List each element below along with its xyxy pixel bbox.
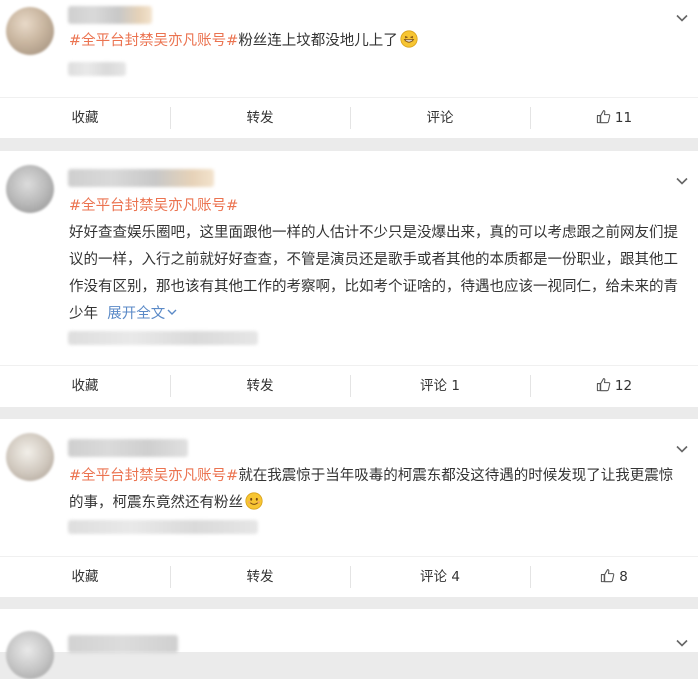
smile-emoji-icon (245, 492, 263, 510)
post-meta-blurred (68, 331, 258, 345)
post-body: 粉丝连上坟都没地儿上了 (238, 33, 398, 49)
like-button[interactable]: 8 (530, 557, 698, 597)
action-bar: 收藏 转发 评论 1 12 (0, 365, 698, 406)
post-text: #全平台封禁吴亦凡账号# 好好查查娱乐圈吧，这里面跟他一样的人估计不少只是没爆出… (69, 198, 678, 322)
collect-button[interactable]: 收藏 (0, 98, 170, 138)
chevron-down-icon[interactable] (674, 635, 690, 651)
hashtag-link[interactable]: #全平台封禁吴亦凡账号# (69, 198, 238, 214)
chevron-down-icon[interactable] (674, 10, 690, 26)
avatar[interactable] (6, 165, 54, 213)
repost-button[interactable]: 转发 (170, 557, 350, 597)
hashtag-link[interactable]: #全平台封禁吴亦凡账号# (69, 468, 238, 484)
post-card (0, 609, 698, 679)
thumbs-up-icon (601, 569, 615, 583)
chevron-down-icon (167, 309, 177, 315)
action-bar: 收藏 转发 评论 11 (0, 97, 698, 138)
post-card: #全平台封禁吴亦凡账号#粉丝连上坟都没地儿上了 收藏 转发 评论 11 (0, 0, 698, 138)
post-card: #全平台封禁吴亦凡账号# 好好查查娱乐圈吧，这里面跟他一样的人估计不少只是没爆出… (0, 151, 698, 407)
avatar[interactable] (6, 631, 54, 679)
like-button[interactable]: 12 (530, 366, 698, 406)
avatar[interactable] (6, 433, 54, 481)
post-meta-blurred (68, 520, 258, 534)
chevron-down-icon[interactable] (674, 441, 690, 457)
post-card: #全平台封禁吴亦凡账号#就在我震惊于当年吸毒的柯震东都没这待遇的时候发现了让我更… (0, 419, 698, 597)
thumbs-up-icon (596, 378, 611, 392)
expand-full-text-link[interactable]: 展开全文 (107, 306, 178, 322)
comment-button[interactable]: 评论 1 (350, 366, 530, 406)
collect-button[interactable]: 收藏 (0, 557, 170, 597)
username-blurred[interactable] (68, 6, 152, 24)
chevron-down-icon[interactable] (674, 173, 690, 189)
comment-button[interactable]: 评论 4 (350, 557, 530, 597)
post-text: #全平台封禁吴亦凡账号#就在我震惊于当年吸毒的柯震东都没这待遇的时候发现了让我更… (69, 468, 674, 511)
username-blurred[interactable] (68, 169, 214, 187)
avatar[interactable] (6, 7, 54, 55)
like-button[interactable]: 11 (530, 98, 698, 138)
grin-emoji-icon (400, 30, 418, 48)
username-blurred[interactable] (68, 635, 178, 653)
post-meta-blurred (68, 62, 126, 76)
repost-button[interactable]: 转发 (170, 366, 350, 406)
post-text: #全平台封禁吴亦凡账号#粉丝连上坟都没地儿上了 (69, 28, 686, 55)
feed: #全平台封禁吴亦凡账号#粉丝连上坟都没地儿上了 收藏 转发 评论 11 #全平台… (0, 0, 698, 679)
hashtag-link[interactable]: #全平台封禁吴亦凡账号# (69, 33, 238, 49)
comment-button[interactable]: 评论 (350, 98, 530, 138)
username-blurred[interactable] (68, 439, 188, 457)
action-bar: 收藏 转发 评论 4 8 (0, 556, 698, 597)
collect-button[interactable]: 收藏 (0, 366, 170, 406)
repost-button[interactable]: 转发 (170, 98, 350, 138)
thumbs-up-icon (596, 110, 611, 124)
